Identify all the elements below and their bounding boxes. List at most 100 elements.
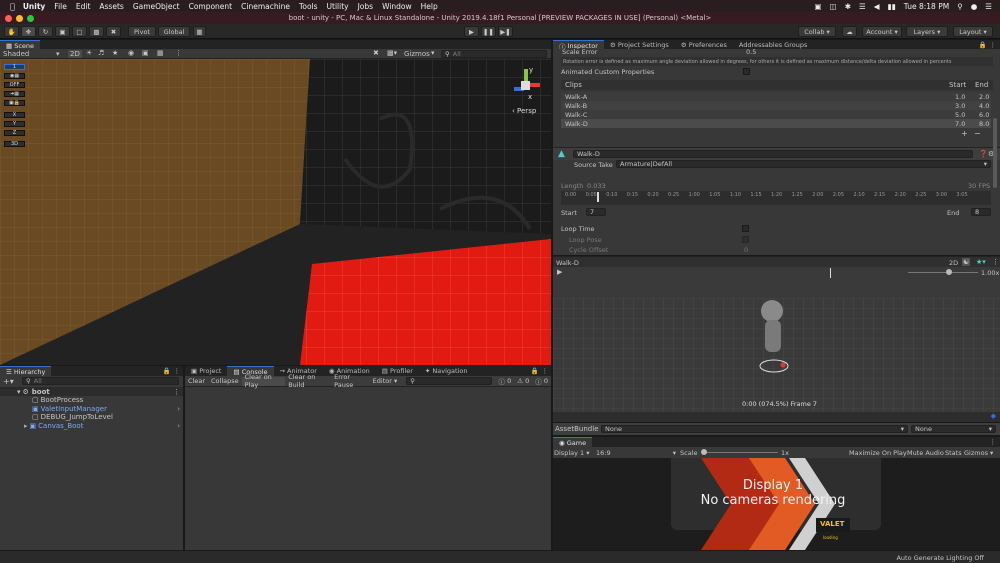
scene-search-input[interactable]: ⚲ All <box>441 50 547 58</box>
play-button[interactable]: ▶ <box>464 26 479 37</box>
scene-off-button[interactable]: OFF <box>4 82 25 88</box>
inspector-lock-icon[interactable]: 🔒 <box>979 41 987 49</box>
cast-icon[interactable]: ◫ <box>830 2 837 11</box>
bluetooth-icon[interactable]: ✱ <box>845 2 851 11</box>
scene-view-1-button[interactable]: 1 <box>4 64 25 70</box>
clip-row[interactable]: Walk-C 5.0 6.0 <box>561 110 991 119</box>
user-icon[interactable]: ● <box>971 2 978 11</box>
cloud-icon[interactable]: ☁ <box>842 26 857 37</box>
2d-toggle[interactable]: 2D <box>68 50 82 58</box>
editor-dropdown[interactable]: Editor ▾ <box>370 377 401 386</box>
menu-list-icon[interactable]: ☰ <box>985 2 992 11</box>
clip-row-selected[interactable]: Walk-D 7.0 8.0 <box>561 119 991 128</box>
loop-pose-checkbox[interactable] <box>742 236 749 243</box>
scale-slider-knob[interactable] <box>701 449 707 455</box>
aspect-dropdown[interactable]: 16:9 ▾ <box>596 449 676 457</box>
orientation-gizmo[interactable]: y x <box>508 66 544 103</box>
scene-root-row[interactable]: ▾ ⚙ boot ⋮ <box>0 387 183 396</box>
menu-app-name[interactable]: Unity <box>23 2 45 11</box>
console-menu-icon[interactable]: ⋮ <box>542 367 549 375</box>
menu-help[interactable]: Help <box>421 2 438 11</box>
hand-tool-icon[interactable]: ✋ <box>4 26 19 37</box>
game-gizmos-dropdown[interactable]: Gizmos ▾ <box>964 449 993 457</box>
clear-button[interactable]: Clear <box>185 377 208 386</box>
error-pause-button[interactable]: Error Pause <box>331 373 370 389</box>
collapse-button[interactable]: Collapse <box>208 377 242 386</box>
preview-speed-slider[interactable] <box>908 272 978 273</box>
preview-viewport[interactable]: 0:00 (074.5%) Frame 7 <box>553 278 1000 412</box>
tools-icon[interactable]: ✖ <box>373 49 379 57</box>
pivot-button[interactable]: Pivot <box>128 26 156 37</box>
rect-tool-icon[interactable]: □ <box>72 26 87 37</box>
clip-row[interactable]: Walk-A 1.0 2.0 <box>561 92 991 101</box>
camera-icon[interactable]: ▣ <box>142 49 149 57</box>
add-clip-button[interactable]: + <box>961 129 968 138</box>
asset-label-icon[interactable]: ◆ <box>991 412 996 420</box>
axis-x-button[interactable]: X <box>4 112 25 118</box>
hierarchy-menu-icon[interactable]: ⋮ <box>174 367 181 375</box>
account-button[interactable]: Account ▾ <box>862 26 902 37</box>
lighting-status[interactable]: Auto Generate Lighting Off <box>896 554 984 562</box>
game-viewport[interactable]: VALET loading Display 1 No cameras rende… <box>553 458 1000 550</box>
clear-on-build-button[interactable]: Clear on Build <box>285 373 331 389</box>
lighting-icon[interactable]: ☀ <box>86 49 92 57</box>
hidden-objects-icon[interactable]: ◉ <box>128 49 134 57</box>
apple-icon[interactable]:  <box>10 2 15 11</box>
preview-speed-knob[interactable] <box>946 269 952 275</box>
more-icon[interactable]: ⋮ <box>175 49 182 57</box>
volume-icon[interactable]: ◀ <box>874 2 880 11</box>
animated-custom-checkbox[interactable] <box>743 68 750 75</box>
layers-button[interactable]: Layers ▾ <box>906 26 948 37</box>
ai-icon[interactable]: ▣ <box>815 2 822 11</box>
help-icon[interactable]: ❓ <box>979 150 988 158</box>
inspector-menu-icon[interactable]: ⋮ <box>990 41 997 49</box>
transform-tool-icon[interactable]: ▩ <box>89 26 104 37</box>
hierarchy-lock-icon[interactable]: 🔒 <box>163 367 171 375</box>
scale-tool-icon[interactable]: ▣ <box>55 26 70 37</box>
lock-icon[interactable]: ▣🔒 <box>4 100 25 106</box>
audio-icon[interactable]: ♬ <box>98 49 104 57</box>
cycle-offset-value[interactable]: 0 <box>744 246 748 254</box>
hierarchy-item[interactable]: ▸ ▣ Canvas_Boot › <box>24 421 183 430</box>
avatar-icon[interactable]: ★▾ <box>976 258 986 266</box>
rotate-tool-icon[interactable]: ↻ <box>38 26 53 37</box>
clip-timeline[interactable]: 0:00 0:05 0:10 0:15 0:20 0:25 1:00 1:05 1:10 1:15… <box>561 191 991 205</box>
console-lock-icon[interactable]: 🔒 <box>531 367 539 375</box>
global-button[interactable]: Global <box>158 26 190 37</box>
menu-file[interactable]: File <box>54 2 67 11</box>
start-field[interactable]: 7 <box>586 208 606 216</box>
inspector-scrollbar[interactable] <box>993 118 997 188</box>
pivot-display-icon[interactable]: ☯ <box>962 258 971 266</box>
grid-icon[interactable]: ▦ <box>157 49 164 57</box>
remove-clip-button[interactable]: − <box>974 129 981 138</box>
tab-profiler[interactable]: ▤ Profiler <box>376 366 419 376</box>
hierarchy-search-input[interactable]: ⚲ All <box>22 377 179 385</box>
shading-chevron-icon[interactable]: ▾ <box>56 50 60 58</box>
gizmos-chevron-icon[interactable]: ▾ <box>431 49 435 57</box>
info-count-badge[interactable]: ⓘ 0 <box>496 377 515 386</box>
menu-cinemachine[interactable]: Cinemachine <box>241 2 290 11</box>
pause-button[interactable]: ❚❚ <box>481 26 496 37</box>
menu-gameobject[interactable]: GameObject <box>133 2 180 11</box>
battery-icon[interactable]: ▮▮ <box>888 2 896 11</box>
effects-icon[interactable]: ★ <box>112 49 118 57</box>
assetbundle-name-dropdown[interactable]: None ▾ <box>601 425 908 433</box>
end-field[interactable]: 8 <box>971 208 991 216</box>
clear-on-play-button[interactable]: Clear on Play <box>241 373 286 389</box>
loop-time-checkbox[interactable] <box>742 225 749 232</box>
move-arrow-icon[interactable]: ➜▦ <box>4 91 25 97</box>
view-eye-icon[interactable]: ◉▦ <box>4 73 25 79</box>
shading-dropdown[interactable]: Shaded <box>3 50 29 58</box>
preview-play-button[interactable]: ▶ <box>557 268 562 276</box>
menu-assets[interactable]: Assets <box>99 2 123 11</box>
menu-window[interactable]: Window <box>382 2 412 11</box>
axis-y-button[interactable]: Y <box>4 121 25 127</box>
stats-button[interactable]: Stats <box>945 449 962 457</box>
wifi-icon[interactable]: ☰ <box>859 2 866 11</box>
clip-name-field[interactable]: Walk-D <box>573 150 973 158</box>
tab-navigation[interactable]: ✦ Navigation <box>419 366 474 376</box>
preview-menu-icon[interactable]: ⋮ <box>992 258 999 266</box>
persp-label[interactable]: ‹ Persp <box>512 107 536 115</box>
preview-2d-toggle[interactable]: 2D <box>949 259 958 267</box>
custom-tool-icon[interactable]: ✖ <box>106 26 121 37</box>
